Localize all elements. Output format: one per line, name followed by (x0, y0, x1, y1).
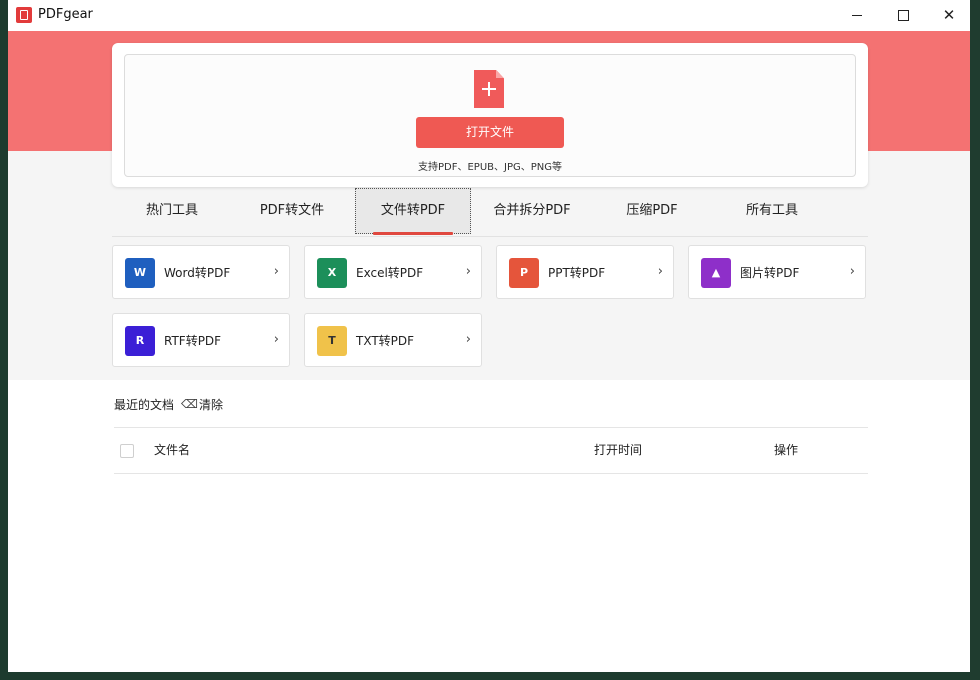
txt-to-pdf-card[interactable]: T TXT转PDF › (304, 313, 482, 367)
rtf-icon: R (125, 326, 155, 356)
upload-card: 打开文件 支持PDF、EPUB、JPG、PNG等 (112, 43, 868, 187)
tool-category-tabs: 热门工具 PDF转文件 文件转PDF 合并拆分PDF 压缩PDF 所有工具 (112, 188, 868, 237)
chevron-right-icon: › (657, 264, 663, 279)
tool-label: 图片转PDF (740, 266, 800, 280)
broom-icon[interactable]: ⌫ (181, 397, 198, 411)
minimize-icon (852, 15, 862, 16)
chevron-right-icon: › (465, 264, 471, 279)
chevron-right-icon: › (273, 332, 279, 347)
chevron-right-icon: › (273, 264, 279, 279)
recent-documents-title: 最近的文档 (114, 398, 175, 412)
ppt-to-pdf-card[interactable]: P PPT转PDF › (496, 245, 674, 299)
tab-compress-pdf[interactable]: 压缩PDF (596, 188, 708, 234)
tool-label: Word转PDF (164, 266, 231, 280)
excel-to-pdf-card[interactable]: X Excel转PDF › (304, 245, 482, 299)
add-file-icon[interactable] (474, 70, 504, 108)
tool-label: Excel转PDF (356, 266, 424, 280)
pdfgear-logo-icon (16, 7, 32, 23)
column-open-time: 打开时间 (594, 443, 643, 457)
active-tab-indicator (373, 232, 453, 235)
tab-all-tools[interactable]: 所有工具 (716, 188, 828, 234)
supported-formats-text: 支持PDF、EPUB、JPG、PNG等 (418, 162, 562, 173)
word-icon: W (125, 258, 155, 288)
file-drop-zone[interactable]: 打开文件 支持PDF、EPUB、JPG、PNG等 (124, 54, 856, 177)
open-file-button[interactable]: 打开文件 (416, 117, 564, 148)
recent-table-header: 文件名 打开时间 操作 (114, 427, 868, 474)
txt-icon: T (317, 326, 347, 356)
close-icon: ✕ (942, 6, 956, 24)
tab-file-to-pdf[interactable]: 文件转PDF (355, 188, 471, 234)
chevron-right-icon: › (465, 332, 471, 347)
select-all-checkbox[interactable] (120, 444, 134, 458)
image-icon: ▲ (701, 258, 731, 288)
column-file-name: 文件名 (154, 443, 191, 457)
excel-icon: X (317, 258, 347, 288)
maximize-button[interactable] (880, 0, 926, 31)
word-to-pdf-card[interactable]: W Word转PDF › (112, 245, 290, 299)
tab-popular-tools[interactable]: 热门工具 (116, 188, 228, 234)
rtf-to-pdf-card[interactable]: R RTF转PDF › (112, 313, 290, 367)
tool-label: RTF转PDF (164, 334, 222, 348)
tab-pdf-to-file[interactable]: PDF转文件 (236, 188, 348, 234)
tool-label: PPT转PDF (548, 266, 606, 280)
close-button[interactable]: ✕ (926, 0, 970, 31)
clear-recent-button[interactable]: 清除 (199, 396, 223, 413)
ppt-icon: P (509, 258, 539, 288)
minimize-button[interactable] (834, 0, 880, 31)
app-window: PDFgear ✕ 打开文件 支持PDF、EPUB、JPG、PNG等 热门工具 … (8, 0, 970, 672)
desktop-background (970, 0, 980, 680)
title-bar: PDFgear ✕ (8, 0, 970, 31)
app-title: PDFgear (38, 7, 93, 22)
maximize-icon (897, 10, 909, 21)
tool-label: TXT转PDF (356, 334, 415, 348)
chevron-right-icon: › (849, 264, 855, 279)
tab-merge-split-pdf[interactable]: 合并拆分PDF (476, 188, 588, 234)
column-actions: 操作 (774, 443, 799, 457)
image-to-pdf-card[interactable]: ▲ 图片转PDF › (688, 245, 866, 299)
